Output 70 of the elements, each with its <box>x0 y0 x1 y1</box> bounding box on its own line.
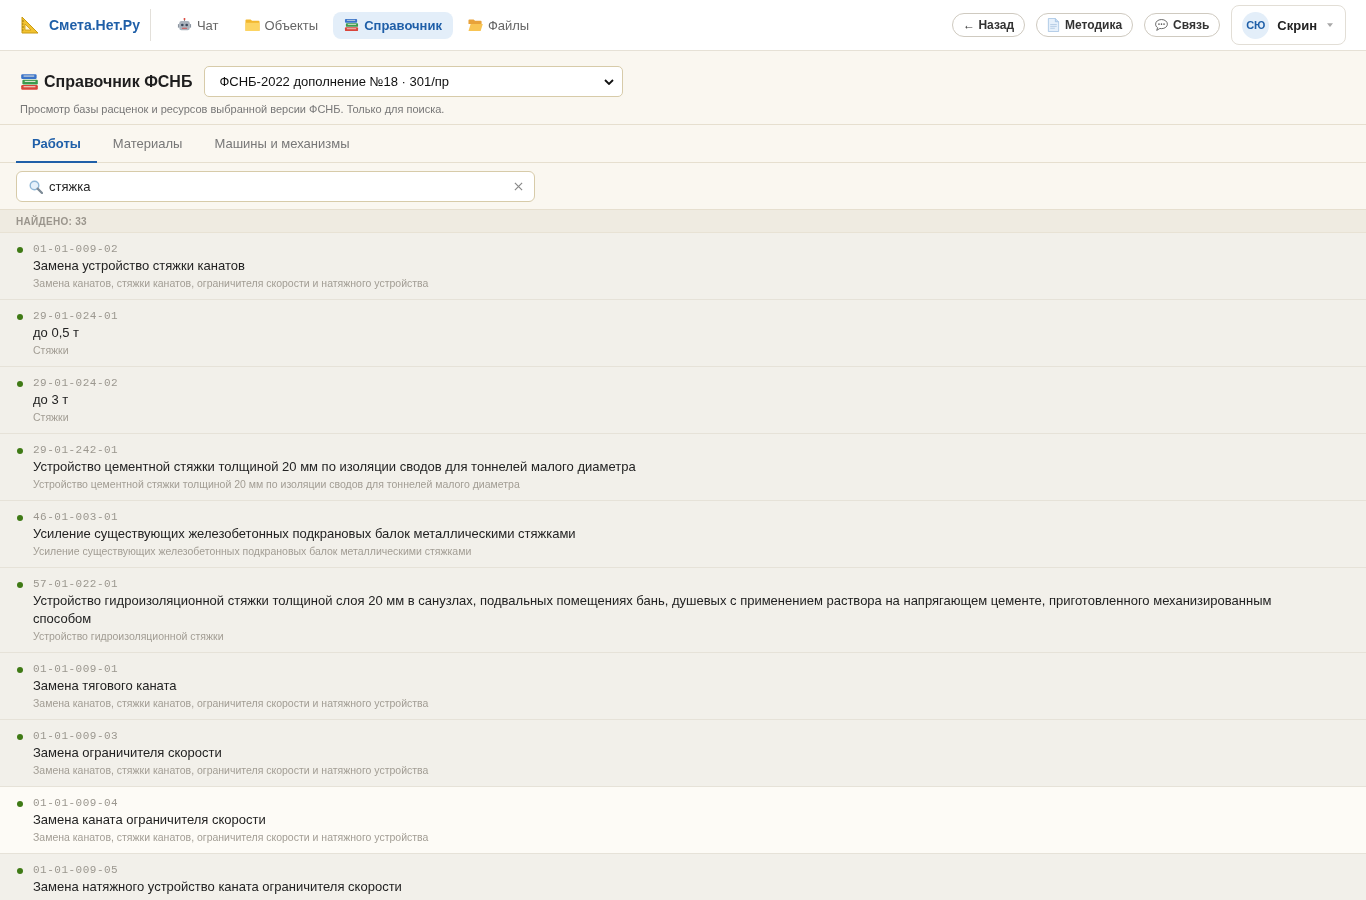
app-logo-text[interactable]: Смета.Нет.Ру <box>49 17 140 33</box>
toolbar-button[interactable]: Связь <box>1144 13 1221 37</box>
status-dot-icon <box>17 381 23 387</box>
rate-code: 01-01-009-02 <box>33 242 120 257</box>
rate-code: 46-01-003-01 <box>33 510 120 525</box>
rate-title: Замена тягового каната <box>33 677 178 695</box>
rate-code: 29-01-242-01 <box>33 443 120 458</box>
open-folder-icon <box>467 18 483 32</box>
books-icon <box>20 72 39 91</box>
status-dot-icon <box>17 667 23 673</box>
user-avatar: СЮ <box>1242 11 1270 39</box>
status-dot-icon <box>17 868 23 874</box>
rate-description: Устройство гидроизоляционной стяжки <box>33 629 225 644</box>
search-icon <box>29 179 43 194</box>
page-subtitle: Просмотр базы расценок и ресурсов выбранной версии ФСНБ. Только для поиска. <box>20 103 446 115</box>
toolbar-button[interactable]: ← Назад <box>952 13 1025 37</box>
nav-link[interactable]: Справочник <box>333 11 453 39</box>
rate-code: 01-01-009-05 <box>33 863 120 878</box>
rate-description: Стяжки <box>33 410 70 425</box>
rate-description: Устройство цементной стяжки толщиной 20 мм по изоляции сводов для тоннелей малого диаметра <box>33 477 521 492</box>
status-dot-icon <box>17 247 23 253</box>
rate-code: 01-01-009-01 <box>33 662 120 677</box>
results-count: НАЙДЕНО: 33 <box>16 215 87 227</box>
rate-code: 01-01-009-03 <box>33 729 120 744</box>
document-icon <box>1047 18 1060 32</box>
status-dot-icon <box>17 801 23 807</box>
rate-title: Устройство цементной стяжки толщиной 20 мм по изоляции сводов для тоннелей малого диаметра <box>33 458 636 476</box>
version-select[interactable]: ФСНБ-2022 дополнение №18 · 301/пр <box>204 66 624 97</box>
books-icon <box>344 18 360 32</box>
rate-description: Замена канатов, стяжки канатов, ограничителя скорости и натяжного устройства <box>33 696 429 711</box>
rate-description: Замена канатов, стяжки канатов, ограничителя скорости и натяжного устройства <box>33 763 429 778</box>
toolbar-button[interactable]: Методика <box>1036 13 1134 37</box>
clear-icon[interactable] <box>514 182 523 191</box>
status-dot-icon <box>17 314 23 320</box>
page-title: Справочник ФСНБ <box>44 72 193 91</box>
result-row[interactable]: 01-01-009-04 Замена каната ограничителя скорости Замена канатов, стяжки канатов, ограничителя скорости и натяжного устройства <box>0 787 1366 854</box>
category-tab[interactable]: Материалы <box>96 125 199 163</box>
rate-title: Замена каната ограничителя скорости <box>33 811 267 829</box>
nav-link[interactable]: Объекты <box>233 11 330 39</box>
rate-title: Устройство гидроизоляционной стяжки толщиной слоя 20 мм в санузлах, подвальных помещениях бань, душевых с применением раствора на напрягающем цементе, приготовленного механизированным способом <box>33 592 1273 628</box>
speech-bubble-icon <box>1155 18 1169 32</box>
rate-title: до 0,5 т <box>33 324 81 342</box>
robot-icon <box>176 18 192 32</box>
rate-code: 29-01-024-01 <box>33 309 119 324</box>
nav-link[interactable]: Файлы <box>456 11 541 39</box>
rate-title: до 3 т <box>33 391 70 409</box>
rate-description: Усиление существующих железобетонных подкрановых балок металлическими стяжками <box>33 544 473 559</box>
user-menu-button[interactable]: СЮ Скрин <box>1231 5 1346 45</box>
user-name: Скрин <box>1277 17 1317 33</box>
category-tab[interactable]: Машины и механизмы <box>198 125 366 163</box>
triangle-ruler-icon <box>20 15 40 35</box>
rate-code: 29-01-024-02 <box>33 376 119 391</box>
rate-code: 57-01-022-01 <box>33 577 120 592</box>
chevron-down-icon <box>604 78 615 85</box>
rate-description: Замена канатов, стяжки канатов, ограничителя скорости и натяжного устройства <box>33 830 429 845</box>
rate-description: Стяжки <box>33 343 70 358</box>
rate-title: Замена натяжного устройство каната ограничителя скорости <box>33 878 402 896</box>
rate-title: Замена устройство стяжки канатов <box>33 257 246 275</box>
rate-title: Замена ограничителя скорости <box>33 744 223 762</box>
rate-code: 01-01-009-04 <box>33 796 120 811</box>
nav-link[interactable]: Чат <box>165 11 230 39</box>
status-dot-icon <box>17 582 23 588</box>
rate-title: Усиление существующих железобетонных подкрановых балок металлическими стяжками <box>33 525 576 543</box>
status-dot-icon <box>17 448 23 454</box>
status-dot-icon <box>17 734 23 740</box>
status-dot-icon <box>17 515 23 521</box>
folder-icon <box>244 18 260 32</box>
rate-description: Замена канатов, стяжки канатов, ограничителя скорости и натяжного устройства <box>33 276 429 291</box>
search-field[interactable]: стяжка <box>16 171 535 202</box>
caret-icon <box>1327 23 1333 27</box>
